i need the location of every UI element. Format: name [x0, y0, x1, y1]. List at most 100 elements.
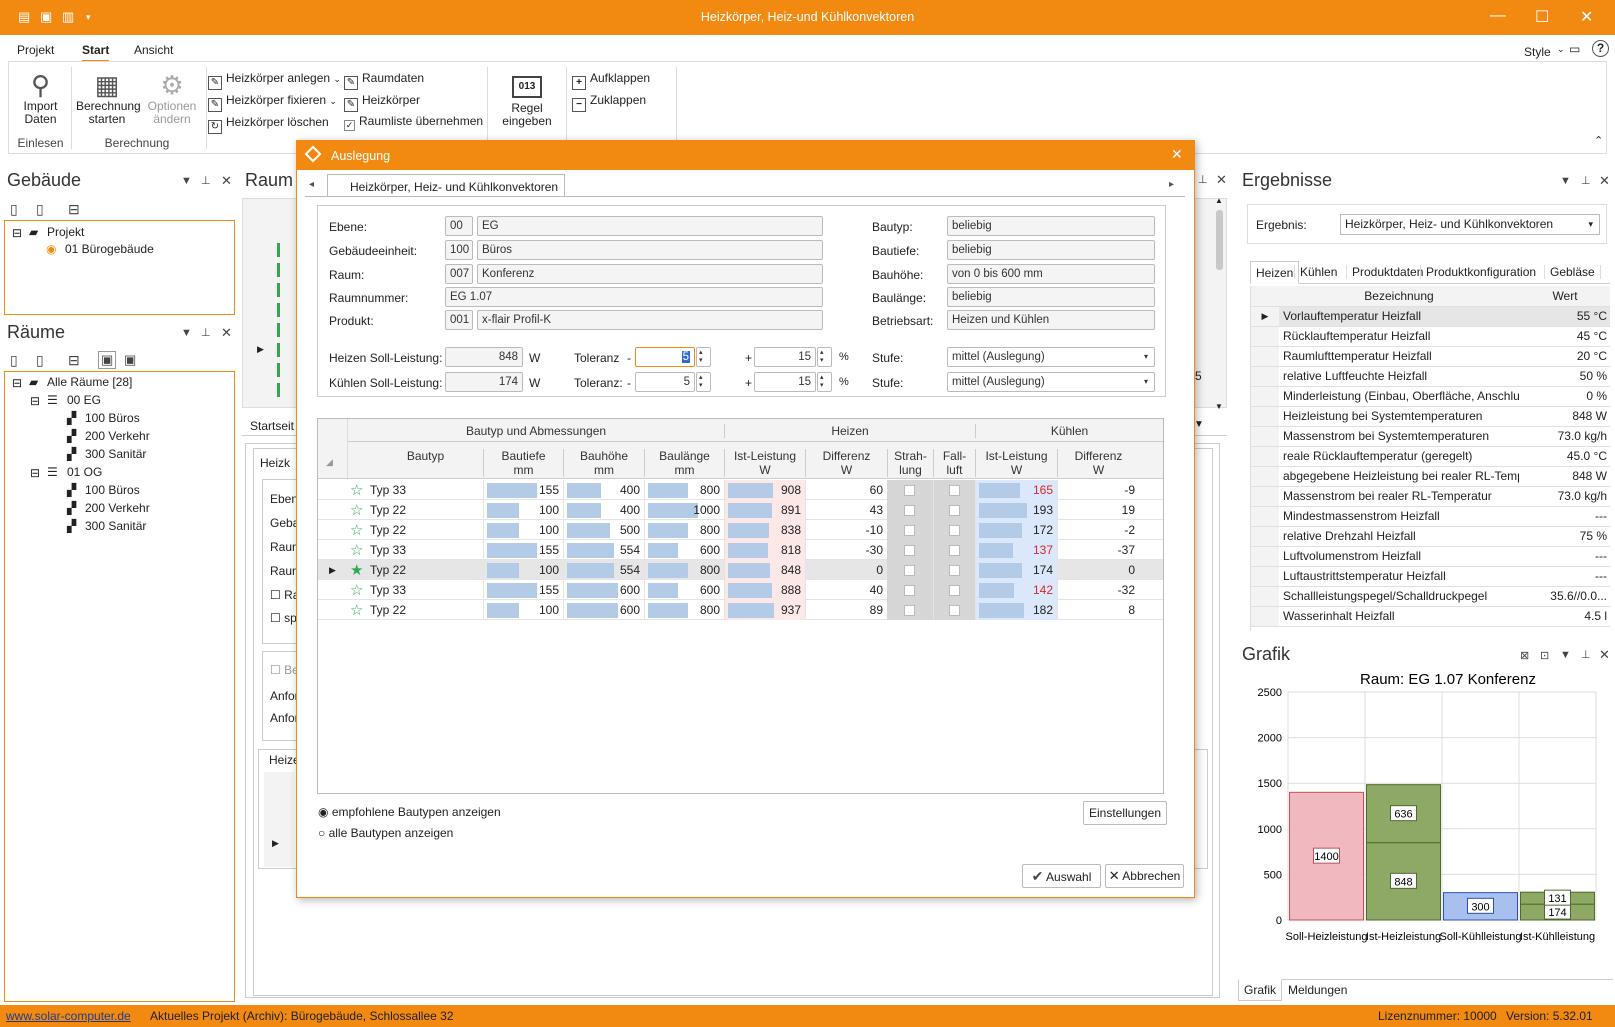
dropdown-icon[interactable]: ▼ — [1560, 175, 1571, 187]
tab-scroll-right-icon[interactable]: ▸ — [1169, 179, 1174, 190]
star-icon[interactable]: ☆ — [350, 521, 363, 539]
table-row[interactable]: ▶ Vorlauftemperatur Heizfall 55 °C — [1251, 306, 1610, 327]
ergebnis-select[interactable]: Heizkörper, Heiz- und Kühlkonvektoren ▾ — [1340, 214, 1600, 235]
style-menu[interactable]: Style — [1524, 45, 1551, 59]
be-checkbox[interactable]: ☐ Be — [270, 663, 299, 677]
close-icon[interactable]: ✕ — [221, 173, 232, 189]
website-link[interactable]: www.solar-computer.de — [6, 1009, 131, 1023]
checkbox-strahlung[interactable] — [904, 525, 915, 536]
heizkoerper-button[interactable]: ✎ Heizkörper — [344, 93, 420, 112]
tab-heizk[interactable]: Heizk — [260, 456, 290, 470]
pin-icon[interactable]: ⊥ — [1581, 648, 1591, 661]
tab-heizen[interactable]: Heizen — [1250, 261, 1300, 284]
raumdaten-button[interactable]: ✎ Raumdaten — [344, 71, 424, 90]
copy-icon[interactable]: ▯ — [36, 201, 44, 218]
tree-toggle-icon[interactable]: ⊟ — [30, 466, 40, 480]
dropdown-icon[interactable]: ▼ — [1560, 649, 1571, 661]
table-row[interactable]: ☆ Typ 22 100 500 800 838 -10 172 -2 — [318, 520, 1163, 540]
table-row[interactable]: Wasserinhalt Heizfall 4.5 l — [1251, 606, 1610, 627]
pin-icon[interactable]: ⊥ — [1198, 173, 1208, 186]
spin-tol1-plus[interactable]: ▴ ▾ — [817, 347, 832, 367]
zuklappen-button[interactable]: − Zuklappen — [572, 93, 646, 112]
close-icon[interactable]: ✕ — [221, 325, 232, 341]
table-row[interactable]: Massenstrom bei Systemtemperaturen 73.0 k… — [1251, 426, 1610, 447]
table-row[interactable]: ☆ Typ 22 100 400 1000 891 43 193 19 — [318, 500, 1163, 520]
input-tol2-plus[interactable]: 15 — [754, 372, 816, 392]
tree-item-projekt[interactable]: Projekt — [47, 225, 84, 239]
dropdown-icon[interactable]: ▼ — [181, 327, 192, 339]
dropdown-icon[interactable]: ▼ — [1194, 419, 1204, 430]
delete-icon[interactable]: ⊟ — [68, 201, 80, 218]
table-row[interactable]: Luftvolumenstrom Heizfall --- — [1251, 546, 1610, 567]
regel-button[interactable]: 013 Regel eingeben — [497, 70, 557, 128]
tree-toggle-icon[interactable]: ⊟ — [12, 226, 22, 240]
tab-meldungen[interactable]: Meldungen — [1288, 983, 1347, 997]
anlegen-button[interactable]: ✎ Heizkörper anlegen ⌄ — [208, 71, 341, 90]
table-row[interactable]: Luftaustrittstemperatur Heizfall --- — [1251, 566, 1610, 587]
import-data-button[interactable]: ⚲ Import Daten — [13, 70, 68, 126]
pin-icon[interactable]: ⊥ — [1581, 174, 1591, 187]
new-icon[interactable]: ▯ — [10, 352, 18, 369]
aufklappen-button[interactable]: + Aufklappen — [572, 71, 650, 90]
table-row[interactable]: abgegebene Heizleistung bei realer RL-Te… — [1251, 466, 1610, 487]
copy-icon[interactable]: ▯ — [36, 352, 44, 369]
select-stufe-heizen[interactable]: mittel (Auslegung) ▾ — [947, 347, 1155, 367]
close-button[interactable]: ✕ — [1580, 7, 1593, 27]
table-row[interactable]: Minderleistung (Einbau, Oberfläche, Ansc… — [1251, 386, 1610, 407]
tree-item-buerogebaeude[interactable]: 01 Bürogebäude — [65, 242, 154, 256]
menu-ansicht[interactable]: Ansicht — [134, 43, 173, 57]
maximize-button[interactable]: ☐ — [1535, 7, 1549, 27]
scroll-down-icon[interactable]: ▼ — [1215, 402, 1223, 411]
table-row[interactable]: Rücklauftemperatur Heizfall 45 °C — [1251, 326, 1610, 347]
einstellungen-button[interactable]: Einstellungen — [1083, 801, 1167, 825]
tab-geblaese[interactable]: Gebläse — [1544, 265, 1601, 279]
pin-icon[interactable]: ⊥ — [201, 174, 211, 187]
checkbox-fallluft[interactable] — [949, 525, 960, 536]
abbrechen-button[interactable]: ✕ Abbrechen — [1105, 864, 1184, 888]
checkbox-fallluft[interactable] — [949, 605, 960, 616]
select-stufe-kuehlen[interactable]: mittel (Auslegung) ▾ — [947, 372, 1155, 392]
radio-alle[interactable]: ○ alle Bautypen anzeigen — [318, 826, 453, 840]
tab-produktkonfiguration[interactable]: Produktkonfiguration — [1420, 265, 1541, 279]
table-row[interactable]: Raumlufttemperatur Heizfall 20 °C — [1251, 346, 1610, 367]
tree-item-og-verkehr[interactable]: 200 Verkehr — [85, 501, 150, 515]
room-filter-icon[interactable]: ▣ — [98, 351, 117, 369]
star-icon[interactable]: ☆ — [350, 481, 363, 499]
sp-checkbox[interactable]: ☐ sp — [270, 611, 297, 625]
close-icon[interactable]: ✕ — [1599, 173, 1610, 189]
minimize-button[interactable]: — — [1490, 7, 1506, 25]
table-row[interactable]: ☆ Typ 22 100 600 800 937 89 182 8 — [318, 600, 1163, 620]
auswahl-button[interactable]: ✔ Auswahl — [1022, 864, 1101, 888]
scroll-up-icon[interactable]: ▲ — [1215, 196, 1223, 205]
tab-scroll-left-icon[interactable]: ◂ — [309, 179, 314, 190]
tree-item-eg[interactable]: 00 EG — [67, 393, 101, 407]
input-tol1-minus[interactable]: 5 — [635, 347, 695, 367]
checkbox-strahlung[interactable] — [904, 565, 915, 576]
table-row[interactable]: ☆ Typ 33 155 554 600 818 -30 137 -37 — [318, 540, 1163, 560]
tree-toggle-icon[interactable]: ⊟ — [12, 376, 22, 390]
checkbox-fallluft[interactable] — [949, 505, 960, 516]
chart-image-icon[interactable]: ⊡ — [1540, 649, 1549, 662]
star-icon[interactable]: ☆ — [350, 541, 363, 559]
checkbox-strahlung[interactable] — [904, 605, 915, 616]
pin-icon[interactable]: ⊥ — [201, 326, 211, 339]
tree-item-og-sanitaer[interactable]: 300 Sanitär — [85, 519, 146, 533]
radio-empfohlene[interactable]: ◉ empfohlene Bautypen anzeigen — [318, 805, 501, 819]
checkbox-fallluft[interactable] — [949, 485, 960, 496]
star-icon[interactable]: ☆ — [350, 501, 363, 519]
close-icon[interactable]: ✕ — [1216, 172, 1227, 188]
table-row[interactable]: ▶ ★ Typ 22 100 554 800 848 0 174 0 — [318, 560, 1163, 580]
spin-tol1-minus[interactable]: ▴ ▾ — [696, 347, 711, 367]
tab-grafik[interactable]: Grafik — [1238, 979, 1283, 1001]
table-row[interactable]: Heizleistung bei Systemtemperaturen 848 W — [1251, 406, 1610, 427]
style-dropdown-icon[interactable]: ⌄ — [1557, 44, 1565, 55]
table-row[interactable]: Massenstrom bei realer RL-Temperatur 73.0… — [1251, 486, 1610, 507]
checkbox-fallluft[interactable] — [949, 545, 960, 556]
tab-heizkoerper[interactable]: Heizkörper, Heiz- und Kühlkonvektoren — [327, 174, 565, 196]
tree-item-eg-sanitaer[interactable]: 300 Sanitär — [85, 447, 146, 461]
checkbox-strahlung[interactable] — [904, 545, 915, 556]
table-row[interactable]: ☆ Typ 33 155 400 800 908 60 165 -9 — [318, 480, 1163, 500]
menu-start[interactable]: Start — [82, 43, 110, 62]
table-row[interactable]: Mindestmassenstrom Heizfall --- — [1251, 506, 1610, 527]
checkbox-strahlung[interactable] — [904, 485, 915, 496]
